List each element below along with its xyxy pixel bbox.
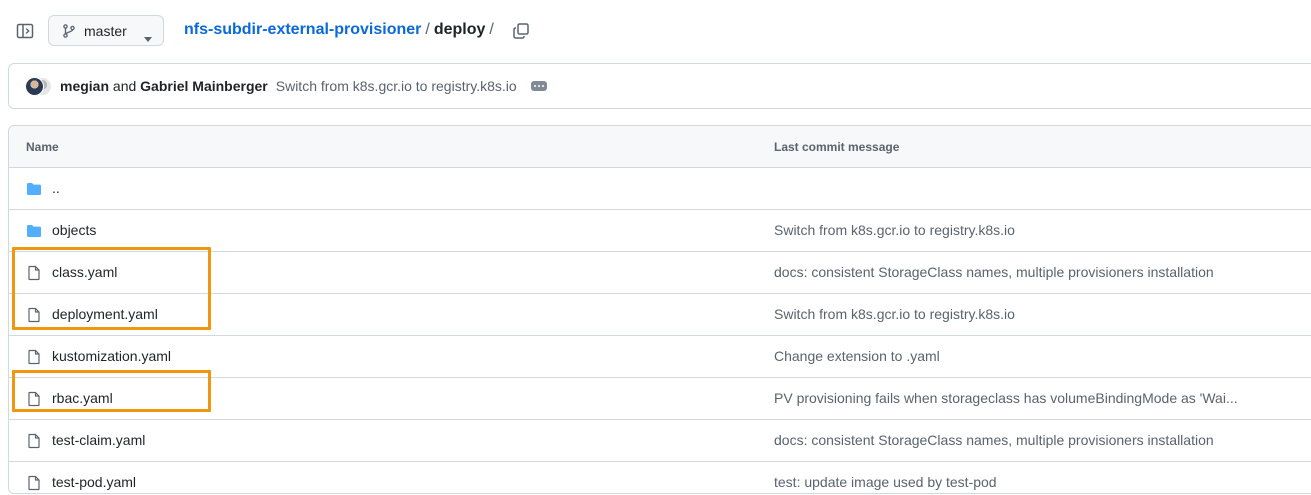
ellipsis-icon[interactable] [530,81,547,91]
file-name-link[interactable]: test-claim.yaml [52,432,145,448]
folder-icon [26,181,42,197]
commit-message-link[interactable]: Change extension to .yaml [774,348,940,364]
breadcrumb-trailing-separator: / [489,21,494,38]
commit-message-link[interactable]: test: update image used by test-pod [774,474,997,490]
commit-message-link[interactable]: docs: consistent StorageClass names, mul… [774,264,1214,280]
commit-coauthor-link[interactable]: Gabriel Mainberger [140,78,268,94]
table-row[interactable]: .. [9,168,1311,210]
table-row[interactable]: objects Switch from k8s.gcr.io to regist… [9,210,1311,252]
file-name-link[interactable]: objects [52,222,96,238]
latest-commit-bar: megian and Gabriel Mainberger Switch fro… [8,63,1311,109]
sidebar-toggle-icon[interactable] [15,21,35,41]
breadcrumb-repo-link[interactable]: nfs-subdir-external-provisioner [184,21,421,39]
commit-authors: megian and Gabriel Mainberger [60,78,268,94]
triangle-down-icon [144,29,152,47]
commit-message-link[interactable]: PV provisioning fails when storageclass … [774,390,1238,406]
file-icon [26,349,42,365]
commit-author-link[interactable]: megian [60,78,109,94]
commit-message-link[interactable]: docs: consistent StorageClass names, mul… [774,432,1214,448]
file-name-link[interactable]: test-pod.yaml [52,474,136,490]
file-icon [26,433,42,449]
breadcrumb-current-folder: deploy [433,21,486,38]
branch-name: master [84,22,127,39]
git-branch-icon [62,23,76,38]
latest-commit-message[interactable]: Switch from k8s.gcr.io to registry.k8s.i… [276,78,517,94]
table-row[interactable]: test-pod.yaml test: update image used by… [9,462,1311,493]
file-name-link[interactable]: kustomization.yaml [52,348,171,364]
table-header: Name Last commit message [9,126,1311,168]
highlight-box-class-deployment [12,247,211,330]
copy-icon[interactable] [512,22,530,40]
commit-message-link[interactable]: Switch from k8s.gcr.io to registry.k8s.i… [774,306,1015,322]
file-icon [26,475,42,491]
file-name-link[interactable]: .. [52,180,60,196]
commit-authors-conjunction: and [112,78,137,94]
column-header-name: Name [26,140,59,154]
highlight-box-rbac [12,370,211,412]
table-row[interactable]: test-claim.yaml docs: consistent Storage… [9,420,1311,462]
breadcrumb-separator: / [425,21,430,38]
avatar[interactable] [25,77,44,96]
commit-message-link[interactable]: Switch from k8s.gcr.io to registry.k8s.i… [774,222,1015,238]
folder-icon [26,223,42,239]
top-bar: master nfs-subdir-external-provisioner /… [0,0,1311,62]
author-avatars[interactable] [25,75,53,97]
breadcrumb: nfs-subdir-external-provisioner / deploy… [184,21,498,39]
column-header-last-commit: Last commit message [774,140,900,154]
branch-selector-button[interactable]: master [48,15,164,46]
